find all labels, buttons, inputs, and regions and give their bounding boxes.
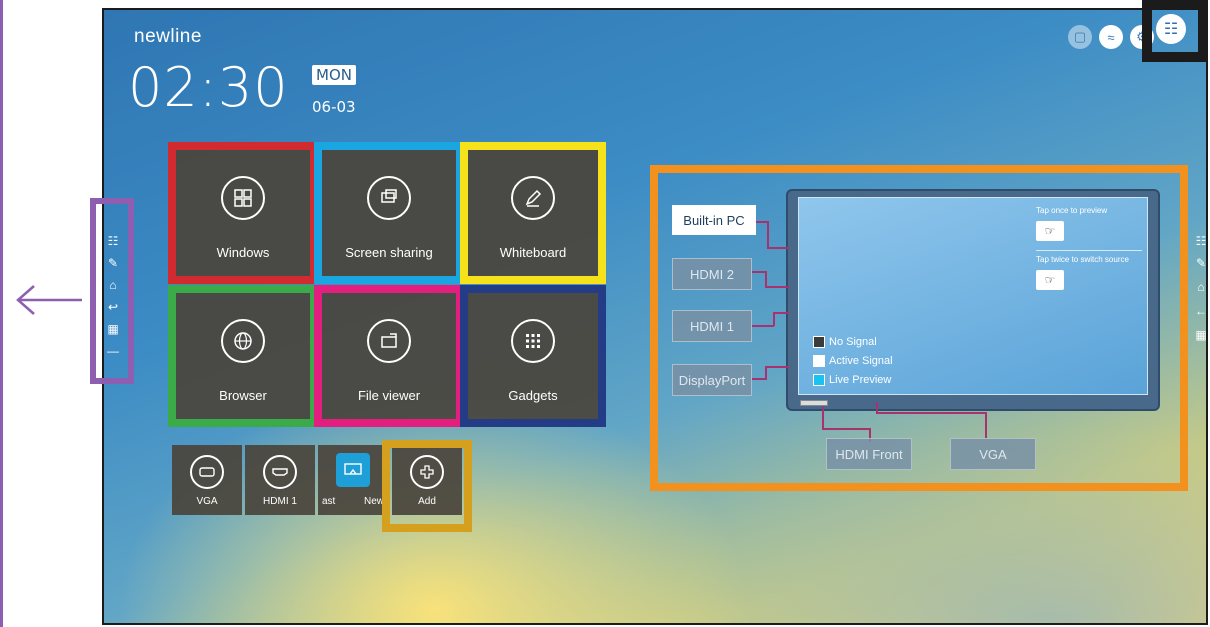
source-vga[interactable]: VGA (950, 438, 1036, 470)
settings-icon[interactable]: ▦ (1194, 328, 1208, 342)
lock-icon[interactable]: ▢ (1068, 25, 1092, 49)
legend-swatch (813, 355, 825, 367)
wire (752, 378, 766, 380)
tap-hand-icon: ☞ (1036, 270, 1064, 290)
tile-label: HDMI 1 (263, 496, 297, 507)
legend-label: Active Signal (829, 355, 893, 367)
wire (822, 428, 870, 430)
legend-swatch (813, 336, 825, 348)
hint-switch: Tap twice to switch source (1036, 255, 1129, 264)
brand-logo: newline (134, 26, 202, 47)
source-displayport[interactable]: DisplayPort (672, 364, 752, 396)
vga-icon (190, 455, 224, 489)
highlight-screen-sharing (314, 142, 464, 284)
source-built-in-pc[interactable]: Built-in PC (672, 205, 756, 235)
tile-label: VGA (196, 496, 218, 507)
source-hdmi-front[interactable]: HDMI Front (826, 438, 912, 470)
pencil-icon[interactable]: ✎ (106, 256, 120, 270)
back-arrow-icon (16, 285, 82, 315)
highlight-add (382, 440, 472, 532)
legend-live-preview: Live Preview (813, 374, 891, 386)
highlight-whiteboard (460, 142, 606, 284)
highlight-windows (168, 142, 318, 284)
wire (773, 312, 789, 314)
settings-icon[interactable]: ▦ (106, 322, 120, 336)
legend-label: No Signal (829, 336, 877, 348)
wire (752, 271, 766, 273)
hint-preview: Tap once to preview (1036, 206, 1108, 215)
hdmi-icon (263, 455, 297, 489)
source-button-highlight: ☷ (1142, 0, 1208, 62)
highlight-file-viewer (314, 285, 464, 427)
wire (752, 325, 774, 327)
highlight-gadgets (460, 285, 606, 427)
tap-hand-icon: ☞ (1036, 221, 1064, 241)
home-icon[interactable]: ⌂ (1194, 280, 1208, 294)
tile-cast[interactable]: ast New (318, 445, 388, 515)
source-icon[interactable]: ☷ (1156, 14, 1186, 44)
source-icon[interactable]: ☷ (1194, 234, 1208, 248)
tile-vga[interactable]: VGA (172, 445, 242, 515)
page: newline 02:30 MON 06-03 ▢ ≈ ⚙ ☷ Windows … (0, 0, 1210, 627)
tile-label: New (363, 496, 384, 507)
left-rule (0, 0, 3, 627)
clock-date: 06-03 (312, 98, 356, 116)
wire (876, 412, 986, 414)
wifi-icon[interactable]: ≈ (1099, 25, 1123, 49)
wire (767, 247, 789, 249)
legend-active-signal: Active Signal (813, 355, 893, 367)
back-icon[interactable]: ↩ (106, 300, 120, 314)
wire (765, 366, 767, 380)
legend-no-signal: No Signal (813, 336, 877, 348)
home-icon[interactable]: ⌂ (106, 278, 120, 292)
wire (767, 221, 769, 249)
clock-day: MON (312, 65, 356, 85)
clock-time: 02:30 (128, 56, 289, 119)
source-icon[interactable]: ☷ (106, 234, 120, 248)
wire (985, 412, 987, 438)
legend-label: Live Preview (829, 374, 892, 386)
wire (765, 366, 789, 368)
tile-hdmi-1[interactable]: HDMI 1 (245, 445, 315, 515)
menu-icon[interactable]: — (106, 344, 120, 358)
cast-icon (336, 453, 370, 487)
source-hdmi-1[interactable]: HDMI 1 (672, 310, 752, 342)
pencil-icon[interactable]: ✎ (1194, 256, 1208, 270)
left-toolbar-highlight: ☷ ✎ ⌂ ↩ ▦ — (90, 198, 134, 384)
wire (765, 286, 789, 288)
wire (765, 271, 767, 287)
highlight-browser (168, 285, 318, 427)
wire (773, 312, 775, 326)
legend-swatch (813, 374, 825, 386)
divider (1036, 250, 1142, 251)
wire (822, 406, 824, 430)
source-hdmi-2[interactable]: HDMI 2 (672, 258, 752, 290)
back-icon[interactable]: ← (1194, 304, 1208, 318)
wire (876, 402, 878, 414)
